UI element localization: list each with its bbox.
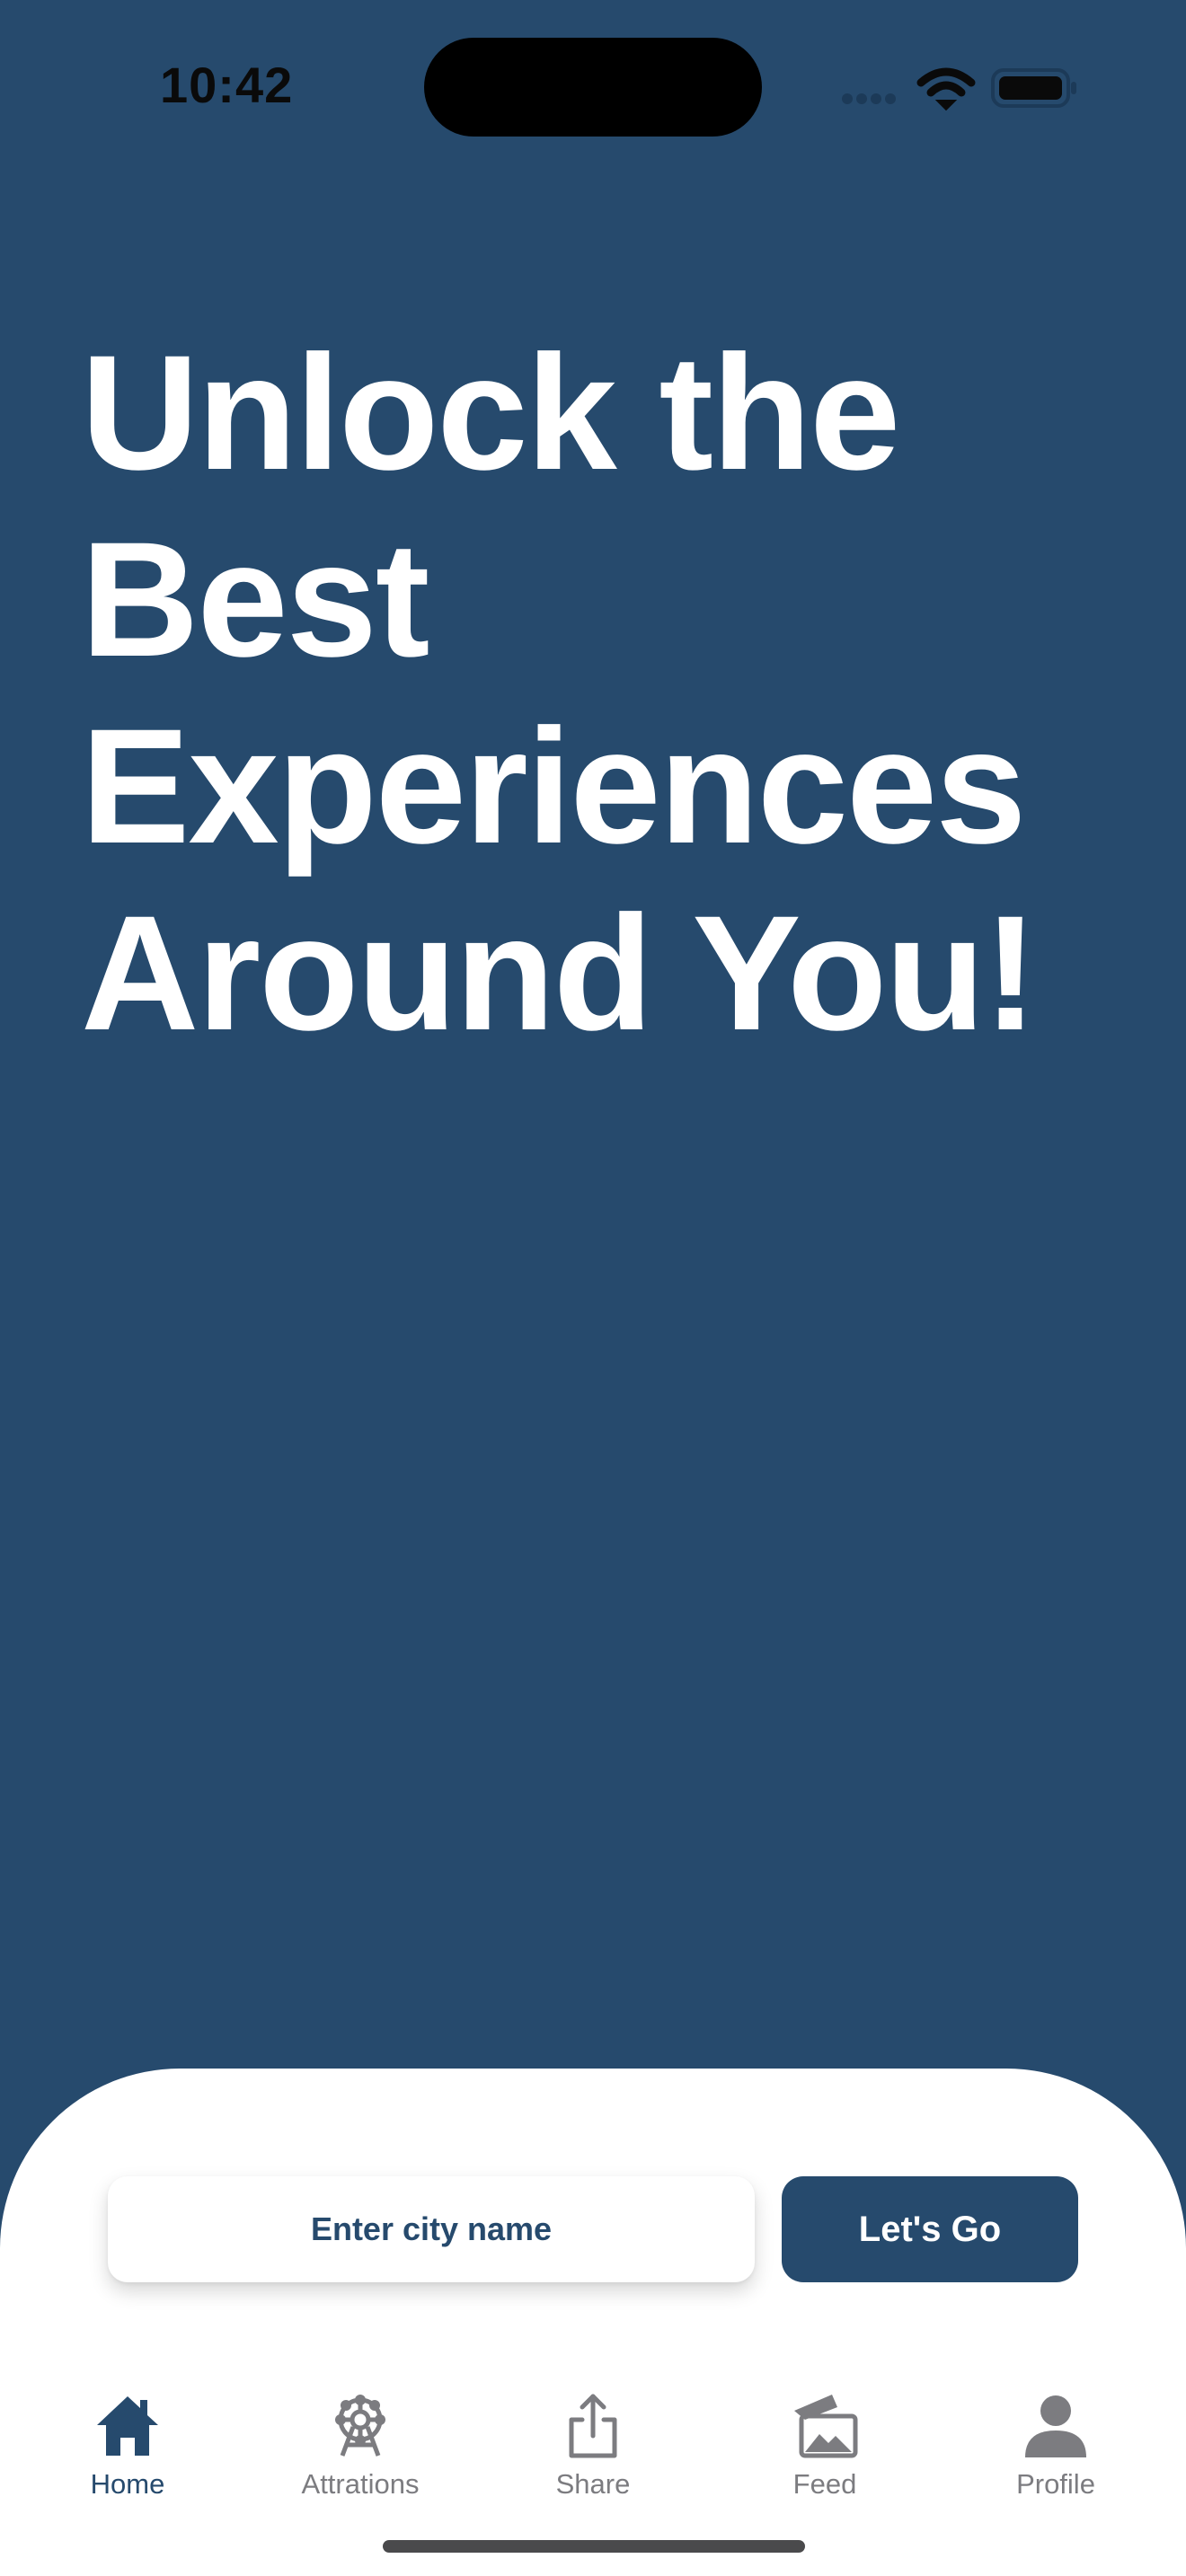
- share-icon: [569, 2394, 617, 2458]
- city-name-input[interactable]: [108, 2176, 755, 2282]
- home-icon: [97, 2396, 158, 2456]
- tab-feed-label: Feed: [792, 2468, 857, 2500]
- tab-profile[interactable]: Profile: [948, 2389, 1164, 2506]
- hero-line-4: Around You!: [81, 881, 1038, 1064]
- lets-go-button[interactable]: Let's Go: [782, 2176, 1078, 2282]
- cellular-signal-icon: [842, 93, 896, 104]
- hero-headline: Unlock the Best Experiences Around You!: [81, 319, 1114, 1066]
- tab-feed[interactable]: Feed: [717, 2389, 933, 2506]
- tab-attractions[interactable]: Attrations: [252, 2389, 468, 2506]
- tab-profile-label: Profile: [1016, 2468, 1095, 2500]
- tab-attractions-label: Attrations: [301, 2468, 420, 2500]
- photos-icon: [794, 2395, 858, 2458]
- tab-share[interactable]: Share: [485, 2389, 701, 2506]
- tab-home[interactable]: Home: [20, 2389, 235, 2506]
- ferris-wheel-icon: [335, 2395, 385, 2457]
- hero-line-1: Unlock the: [81, 321, 900, 504]
- tab-share-label: Share: [555, 2468, 631, 2500]
- tab-home-label: Home: [90, 2468, 165, 2500]
- home-indicator[interactable]: [383, 2540, 805, 2553]
- battery-icon: [991, 68, 1076, 108]
- app-screen: 10:42 Unlock the Best Experiences Around…: [0, 0, 1186, 2576]
- dynamic-island: [424, 38, 762, 137]
- wifi-icon: [916, 67, 976, 111]
- hero-line-2: Best: [81, 507, 429, 691]
- person-icon: [1025, 2395, 1086, 2457]
- status-icons: [842, 67, 1076, 111]
- status-time: 10:42: [160, 57, 294, 113]
- hero-line-3: Experiences: [81, 694, 1026, 878]
